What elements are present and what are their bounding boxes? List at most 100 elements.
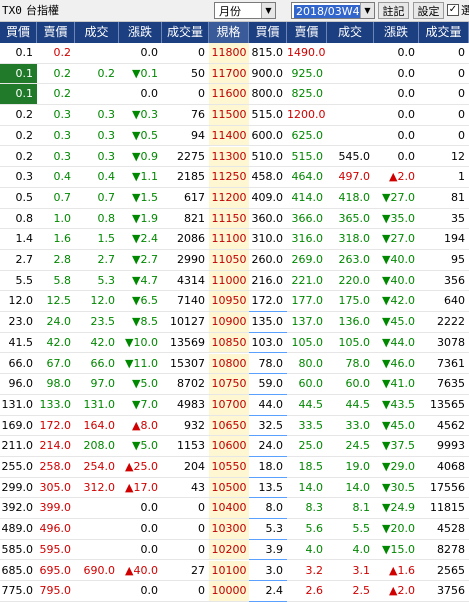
call-change-cell: ▼0.5 <box>119 126 162 147</box>
table-row[interactable]: 392.0 399.0 0.0 0 10400 8.0 8.3 8.1 ▼24.9 11815 <box>0 498 469 520</box>
table-row[interactable]: 211.0 214.0 208.0 ▼5.0 1153 10600 24.0 25.0 24.5… <box>0 436 469 457</box>
table-row[interactable]: 685.0 695.0 690.0 ▲40.0 27 10100 3.0 3.2 3.1 ▲1.6… <box>0 560 469 582</box>
call-last-cell: 42.0 <box>75 333 119 354</box>
notes-button[interactable]: 註記 <box>378 2 409 19</box>
put-ask-cell: 8.3 <box>287 498 327 520</box>
strike-cell: 10100 <box>209 560 249 582</box>
table-row[interactable]: 0.1 0.2 0.0 0 11600 800.0 825.0 0.0 0 <box>0 84 469 106</box>
call-change-cell: 0.0 <box>119 43 162 64</box>
put-last-cell: 220.0 <box>327 271 374 292</box>
call-volume-cell: 2275 <box>162 147 209 168</box>
column-header-put-last[interactable]: 成交 <box>327 22 374 43</box>
put-volume-cell: 17556 <box>419 478 469 499</box>
table-row[interactable]: 169.0 172.0 164.0 ▲8.0 932 10650 32.5 33.5 33.0 ▼… <box>0 415 469 437</box>
call-bid-cell: 299.0 <box>0 478 37 499</box>
table-row[interactable]: 489.0 496.0 0.0 0 10300 5.3 5.6 5.5 ▼20.0 4528 <box>0 519 469 540</box>
strike-cell: 10650 <box>209 415 249 437</box>
call-last-cell: 0.8 <box>75 209 119 230</box>
table-row[interactable]: 5.5 5.8 5.3 ▼4.7 4314 11000 216.0 221.0 220.0 ▼40… <box>0 270 469 292</box>
call-last-cell <box>75 540 119 561</box>
table-row[interactable]: 2.7 2.8 2.7 ▼2.7 2990 11050 260.0 269.0 263.0 ▼40… <box>0 250 469 271</box>
table-row[interactable]: 0.2 0.3 0.3 ▼0.3 76 11500 515.0 1200.0 0.0 0 <box>0 105 469 126</box>
table-row[interactable]: 41.5 42.0 42.0 ▼10.0 13569 10850 103.0 105.0 105… <box>0 332 469 354</box>
put-ask-cell: 366.0 <box>287 209 327 230</box>
put-bid-cell: 18.0 <box>249 457 287 478</box>
strike-cell: 10850 <box>209 332 249 354</box>
put-change-cell: 0.0 <box>374 84 419 106</box>
table-row[interactable]: 0.2 0.3 0.3 ▼0.5 94 11400 600.0 625.0 0.0 0 <box>0 125 469 147</box>
put-volume-cell: 3756 <box>419 581 469 602</box>
call-ask-cell: 1.0 <box>37 209 75 230</box>
column-header-put-change[interactable]: 漲跌 <box>374 22 419 43</box>
strike-cell: 11400 <box>209 125 249 147</box>
call-change-cell: 0.0 <box>119 540 162 561</box>
strike-cell: 10900 <box>209 312 249 333</box>
table-row[interactable]: 23.0 24.0 23.5 ▼8.5 10127 10900 135.0 137.0 136.… <box>0 312 469 333</box>
put-change-cell: ▼40.0 <box>374 250 419 271</box>
put-ask-cell: 4.0 <box>287 540 327 561</box>
put-ask-cell: 625.0 <box>287 126 327 147</box>
checkbox[interactable]: ✓ <box>447 4 459 16</box>
put-change-cell: ▼41.0 <box>374 374 419 395</box>
column-header-put-ask[interactable]: 賣價 <box>287 22 327 43</box>
call-volume-cell: 204 <box>162 457 209 478</box>
table-row[interactable]: 775.0 795.0 0.0 0 10000 2.4 2.6 2.5 ▲2.0 3756 <box>0 581 469 602</box>
put-ask-cell: 3.2 <box>287 561 327 582</box>
table-row[interactable]: 0.5 0.7 0.7 ▼1.5 617 11200 409.0 414.0 418.0 ▼27.… <box>0 187 469 209</box>
put-volume-cell: 0 <box>419 126 469 147</box>
table-row[interactable]: 12.0 12.5 12.0 ▼6.5 7140 10950 172.0 177.0 175.0… <box>0 291 469 313</box>
table-row[interactable]: 1.4 1.6 1.5 ▼2.4 2086 11100 310.0 316.0 318.0 ▼27… <box>0 229 469 250</box>
call-volume-cell: 932 <box>162 416 209 437</box>
call-change-cell: ▼0.1 <box>119 64 162 85</box>
table-row[interactable]: 131.0 133.0 131.0 ▼7.0 4983 10700 44.0 44.5 44.5… <box>0 394 469 416</box>
put-last-cell: 136.0 <box>327 312 374 333</box>
put-change-cell: ▼40.0 <box>374 271 419 292</box>
put-ask-cell: 221.0 <box>287 271 327 292</box>
period-dropdown[interactable]: 月份 ▼ <box>214 2 276 19</box>
column-header-strike[interactable]: 規格 <box>209 22 249 43</box>
week-value: 2018/03W4 <box>294 5 362 18</box>
call-bid-cell: 685.0 <box>0 561 37 582</box>
table-row[interactable]: 96.0 98.0 97.0 ▼5.0 8702 10750 59.0 60.0 60.0 ▼41… <box>0 374 469 395</box>
put-bid-cell: 3.0 <box>249 561 287 582</box>
call-change-cell: ▼2.4 <box>119 229 162 250</box>
call-volume-cell: 821 <box>162 209 209 230</box>
column-header-call-change[interactable]: 漲跌 <box>119 22 162 43</box>
table-row[interactable]: 255.0 258.0 254.0 ▲25.0 204 10550 18.0 18.5 19.0… <box>0 457 469 478</box>
week-dropdown[interactable]: 2018/03W4 ▼ <box>291 2 375 19</box>
call-ask-cell: 0.2 <box>37 64 75 85</box>
table-row[interactable]: 299.0 305.0 312.0 ▲17.0 43 10500 13.5 14.0 14.0 ▼… <box>0 477 469 499</box>
settings-button[interactable]: 設定 <box>413 2 444 19</box>
table-row[interactable]: 0.1 0.2 0.0 0 11800 815.0 1490.0 0.0 0 <box>0 43 469 64</box>
table-row[interactable]: 0.8 1.0 0.8 ▼1.9 821 11150 360.0 366.0 365.0 ▼35.… <box>0 208 469 230</box>
column-header-call-volume[interactable]: 成交量 <box>162 22 209 43</box>
call-bid-cell: 1.4 <box>0 229 37 250</box>
put-volume-cell: 9993 <box>419 436 469 457</box>
put-ask-cell: 177.0 <box>287 291 327 313</box>
put-change-cell: ▼37.5 <box>374 436 419 457</box>
strike-cell: 11250 <box>209 167 249 188</box>
column-header-call-bid[interactable]: 買價 <box>0 22 37 43</box>
column-header-put-volume[interactable]: 成交量 <box>419 22 469 43</box>
table-row[interactable]: 66.0 67.0 66.0 ▼11.0 15307 10800 78.0 80.0 78.0 ▼… <box>0 353 469 375</box>
call-bid-cell: 0.2 <box>0 105 37 126</box>
table-row[interactable]: 585.0 595.0 0.0 0 10200 3.9 4.0 4.0 ▼15.0 8278 <box>0 539 469 561</box>
put-change-cell: ▼45.0 <box>374 312 419 333</box>
table-row[interactable]: 0.3 0.4 0.4 ▼1.1 2185 11250 458.0 464.0 497.0 ▲2.… <box>0 167 469 188</box>
table-row[interactable]: 0.2 0.3 0.3 ▼0.9 2275 11300 510.0 515.0 545.0 0.0… <box>0 146 469 168</box>
call-volume-cell: 4314 <box>162 271 209 292</box>
column-header-put-bid[interactable]: 買價 <box>249 22 287 43</box>
call-bid-cell: 255.0 <box>0 457 37 478</box>
chevron-down-icon[interactable]: ▼ <box>360 3 374 18</box>
call-change-cell: ▼11.0 <box>119 354 162 375</box>
put-ask-cell: 33.5 <box>287 416 327 437</box>
column-header-call-last[interactable]: 成交 <box>75 22 119 43</box>
call-volume-cell: 76 <box>162 105 209 126</box>
call-last-cell <box>75 519 119 540</box>
put-bid-cell: 24.0 <box>249 436 287 457</box>
call-ask-cell: 2.8 <box>37 250 75 271</box>
chevron-down-icon[interactable]: ▼ <box>261 3 275 18</box>
table-row[interactable]: 0.1 0.2 0.2 ▼0.1 50 11700 900.0 925.0 0.0 0 <box>0 63 469 85</box>
strike-cell: 10800 <box>209 353 249 375</box>
column-header-call-ask[interactable]: 賣價 <box>37 22 75 43</box>
